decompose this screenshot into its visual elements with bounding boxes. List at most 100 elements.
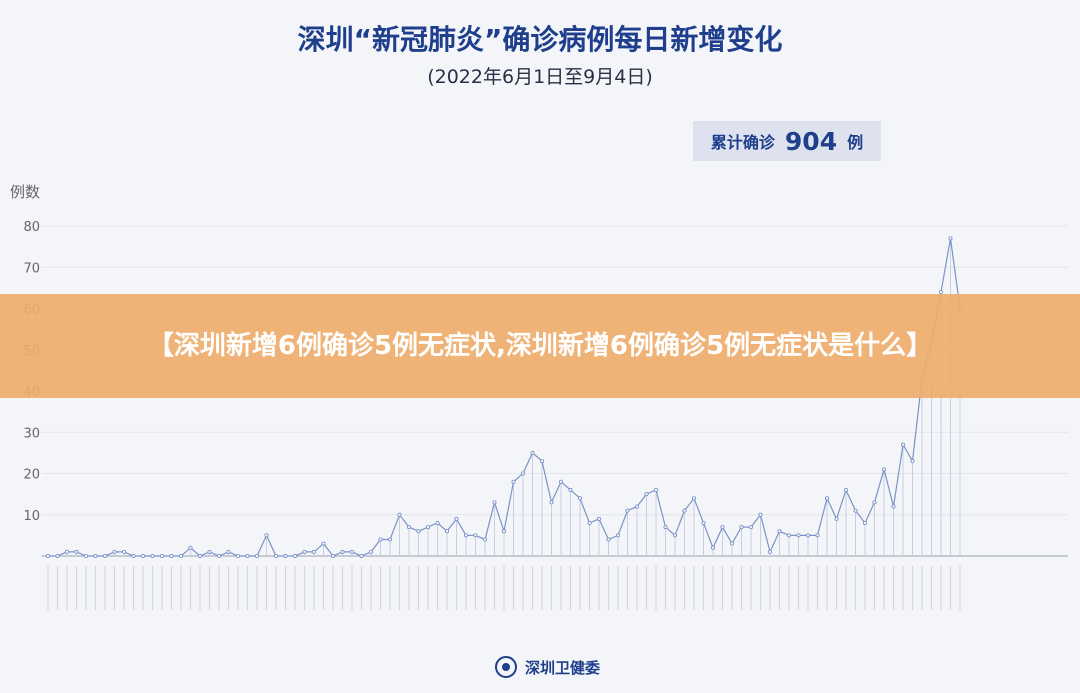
data-point bbox=[55, 553, 60, 559]
data-point bbox=[653, 487, 659, 493]
data-point bbox=[226, 549, 231, 554]
data-point bbox=[549, 500, 554, 505]
data-point bbox=[900, 442, 906, 447]
data-point bbox=[387, 537, 393, 542]
data-point bbox=[777, 529, 782, 534]
data-point bbox=[663, 525, 668, 530]
data-point bbox=[815, 533, 820, 538]
data-point bbox=[273, 553, 279, 559]
data-point bbox=[321, 541, 326, 546]
source-credit: 深圳卫健委 bbox=[495, 656, 600, 678]
data-point bbox=[197, 553, 203, 559]
data-point bbox=[188, 545, 193, 550]
data-point bbox=[748, 525, 754, 530]
data-point bbox=[767, 549, 773, 554]
data-point bbox=[102, 553, 108, 559]
data-point bbox=[283, 553, 288, 559]
data-point bbox=[435, 520, 440, 526]
data-point bbox=[311, 549, 317, 554]
data-point bbox=[140, 553, 146, 559]
data-point bbox=[74, 549, 79, 554]
data-point bbox=[131, 553, 136, 559]
data-point bbox=[83, 553, 89, 559]
health-commission-logo-icon bbox=[495, 656, 517, 678]
data-point bbox=[254, 553, 260, 559]
data-point bbox=[349, 549, 355, 554]
data-point bbox=[720, 525, 725, 530]
data-point bbox=[302, 549, 307, 554]
data-point bbox=[359, 553, 364, 559]
data-point bbox=[843, 487, 849, 493]
data-point bbox=[235, 553, 241, 559]
data-point bbox=[862, 520, 868, 526]
data-point bbox=[558, 479, 564, 484]
data-point bbox=[112, 549, 117, 554]
data-point bbox=[834, 516, 839, 521]
y-tick-label: 10 bbox=[23, 509, 40, 524]
data-point bbox=[824, 496, 830, 501]
data-point bbox=[340, 549, 345, 554]
data-point bbox=[530, 450, 535, 455]
data-point bbox=[406, 525, 412, 530]
data-point bbox=[454, 516, 459, 521]
data-point bbox=[159, 553, 165, 559]
data-point bbox=[121, 549, 127, 554]
data-point bbox=[872, 500, 877, 505]
data-point bbox=[64, 549, 70, 554]
headline-banner: 【深圳新增6例确诊5例无症状,深圳新增6例确诊5例无症状是什么】 bbox=[0, 294, 1080, 398]
data-point bbox=[634, 504, 640, 509]
data-point bbox=[368, 549, 374, 554]
data-point bbox=[169, 553, 174, 559]
data-point bbox=[701, 520, 706, 526]
data-point bbox=[292, 553, 298, 559]
data-point bbox=[207, 549, 212, 554]
data-point bbox=[397, 512, 402, 517]
data-point bbox=[511, 479, 516, 484]
data-point bbox=[520, 471, 526, 476]
data-point bbox=[463, 533, 469, 538]
data-point bbox=[216, 553, 222, 559]
data-point bbox=[691, 496, 697, 501]
data-point bbox=[881, 467, 887, 472]
data-point bbox=[710, 545, 716, 550]
y-tick-label: 80 bbox=[23, 220, 40, 235]
data-point bbox=[606, 537, 611, 542]
data-point bbox=[501, 529, 507, 534]
data-point bbox=[805, 533, 811, 538]
y-tick-label: 20 bbox=[23, 468, 40, 483]
data-point bbox=[644, 492, 649, 497]
data-point bbox=[625, 508, 630, 513]
headline-text: 【深圳新增6例确诊5例无症状,深圳新增6例确诊5例无症状是什么】 bbox=[147, 331, 933, 361]
data-point bbox=[93, 553, 98, 559]
data-point bbox=[425, 525, 431, 530]
data-point bbox=[739, 525, 744, 530]
data-point bbox=[482, 537, 488, 542]
data-point bbox=[596, 516, 602, 521]
data-point bbox=[891, 504, 896, 509]
data-point bbox=[682, 508, 687, 513]
data-point bbox=[672, 533, 678, 538]
data-point bbox=[45, 553, 51, 559]
data-point bbox=[245, 553, 250, 559]
data-point bbox=[539, 459, 545, 464]
data-point bbox=[378, 537, 383, 542]
data-point bbox=[853, 508, 858, 513]
source-label: 深圳卫健委 bbox=[525, 658, 601, 677]
data-point bbox=[910, 459, 915, 464]
data-point bbox=[948, 236, 953, 241]
data-point bbox=[568, 487, 573, 493]
data-point bbox=[416, 529, 421, 534]
y-tick-label: 30 bbox=[23, 426, 40, 441]
data-point bbox=[786, 533, 792, 538]
data-point bbox=[178, 553, 184, 559]
data-point bbox=[615, 533, 621, 538]
data-point bbox=[758, 512, 763, 517]
data-point bbox=[729, 541, 735, 546]
data-point bbox=[264, 533, 269, 538]
y-tick-label: 70 bbox=[23, 261, 40, 276]
data-point bbox=[150, 553, 155, 559]
data-point bbox=[330, 553, 336, 559]
data-point bbox=[444, 529, 450, 534]
data-point bbox=[796, 533, 801, 538]
data-point bbox=[492, 500, 497, 505]
